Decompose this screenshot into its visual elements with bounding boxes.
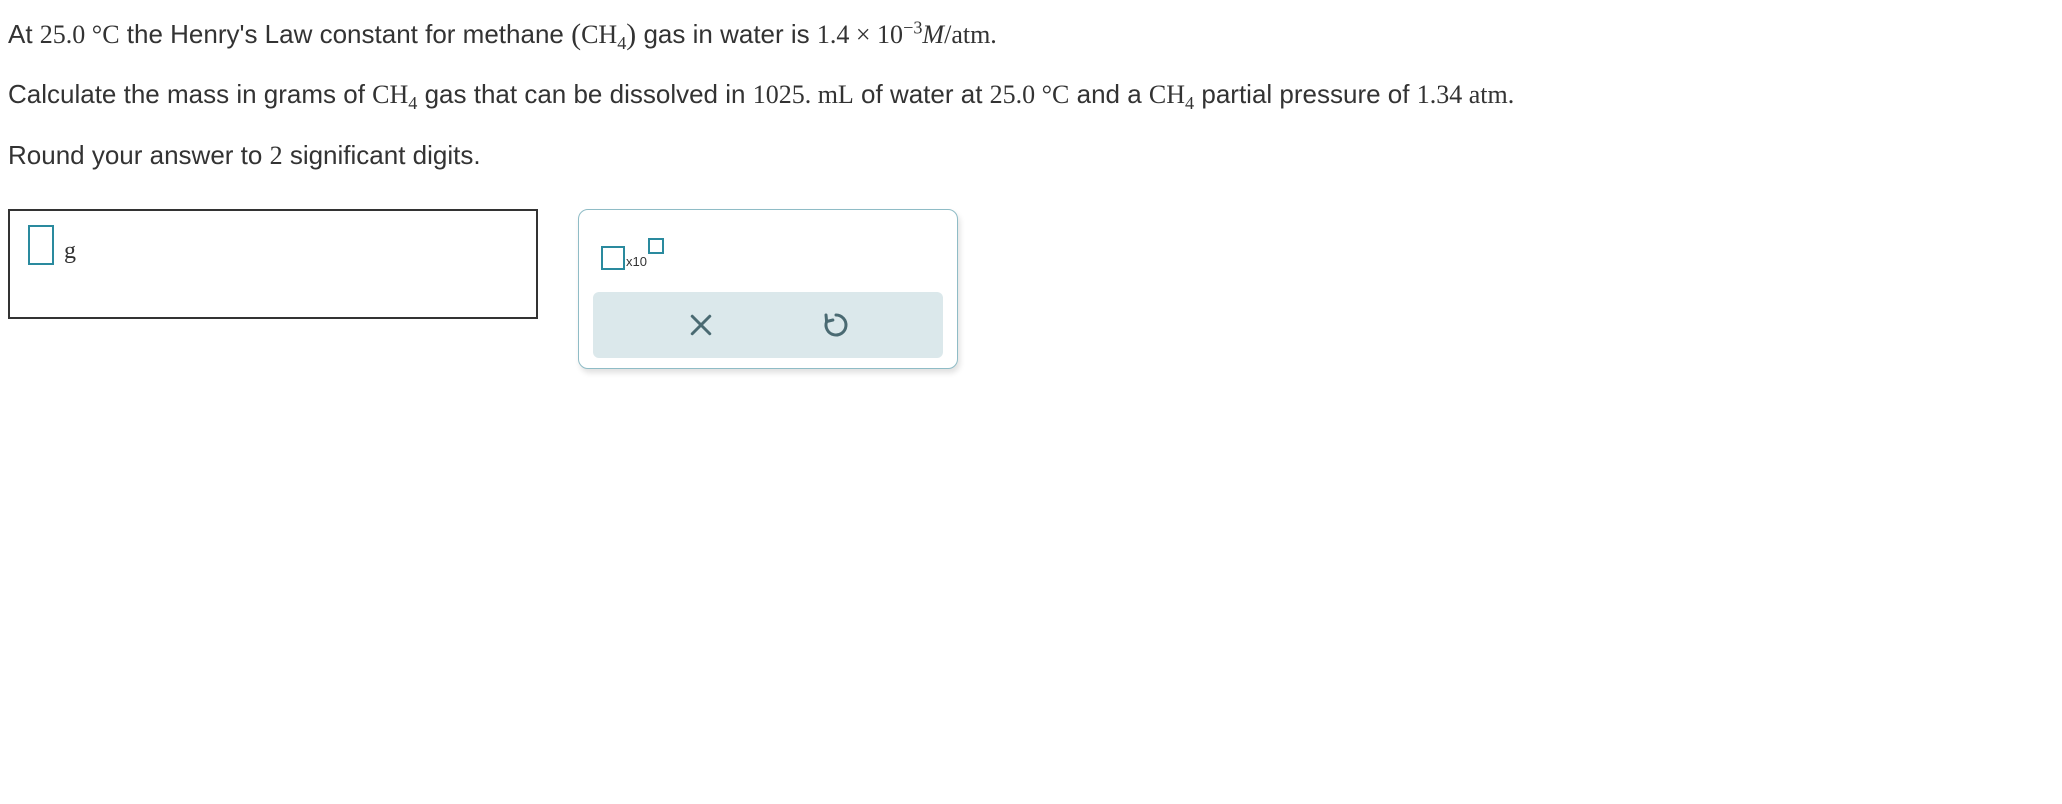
henry-constant-value: 1.4 × 10−3 [817, 20, 923, 49]
question-line-2: Calculate the mass in grams of CH4 gas t… [8, 75, 2054, 117]
methane-formula: CH4 [581, 20, 626, 49]
question-line-3: Round your answer to 2 significant digit… [8, 136, 2054, 175]
tool-panel: x10 [578, 209, 958, 369]
sci-notation-button[interactable]: x10 [601, 246, 664, 270]
square-icon [601, 246, 625, 270]
close-icon [686, 310, 716, 340]
answer-input[interactable] [28, 225, 54, 265]
undo-icon [821, 310, 851, 340]
square-icon [648, 238, 664, 254]
answer-unit: g [64, 233, 76, 269]
reset-button[interactable] [813, 302, 859, 348]
question-line-1: At 25.0 °C the Henry's Law constant for … [8, 12, 2054, 57]
answer-box: g [8, 209, 538, 319]
clear-button[interactable] [678, 302, 724, 348]
